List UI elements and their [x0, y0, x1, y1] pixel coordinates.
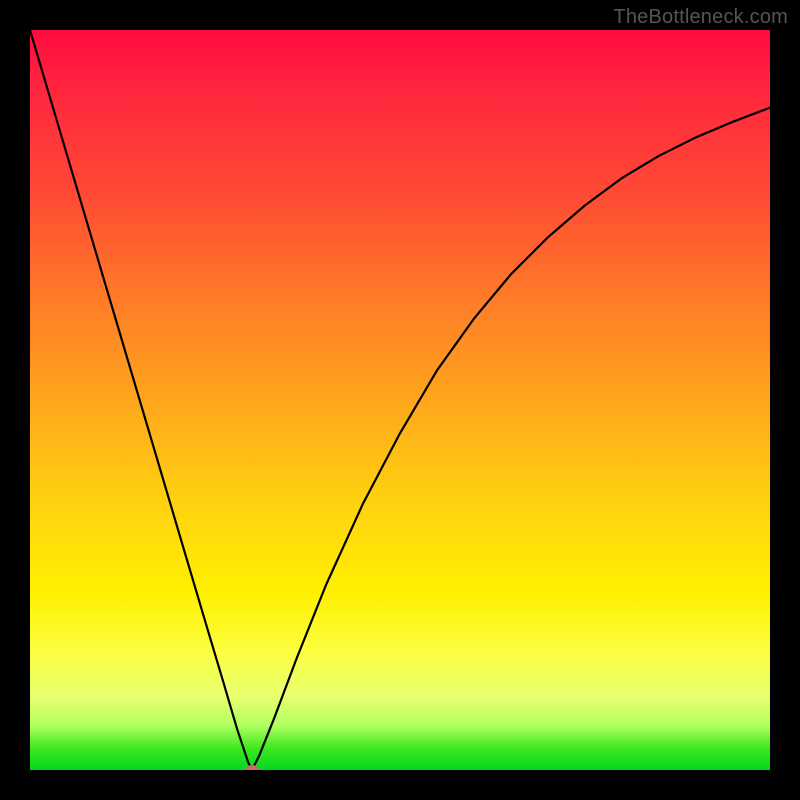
- plot-area: [30, 30, 770, 770]
- watermark-text: TheBottleneck.com: [613, 6, 788, 29]
- chart-frame: TheBottleneck.com: [0, 0, 800, 800]
- min-marker-icon: [245, 765, 259, 770]
- curve-svg: [30, 30, 770, 770]
- bottleneck-curve: [30, 30, 770, 770]
